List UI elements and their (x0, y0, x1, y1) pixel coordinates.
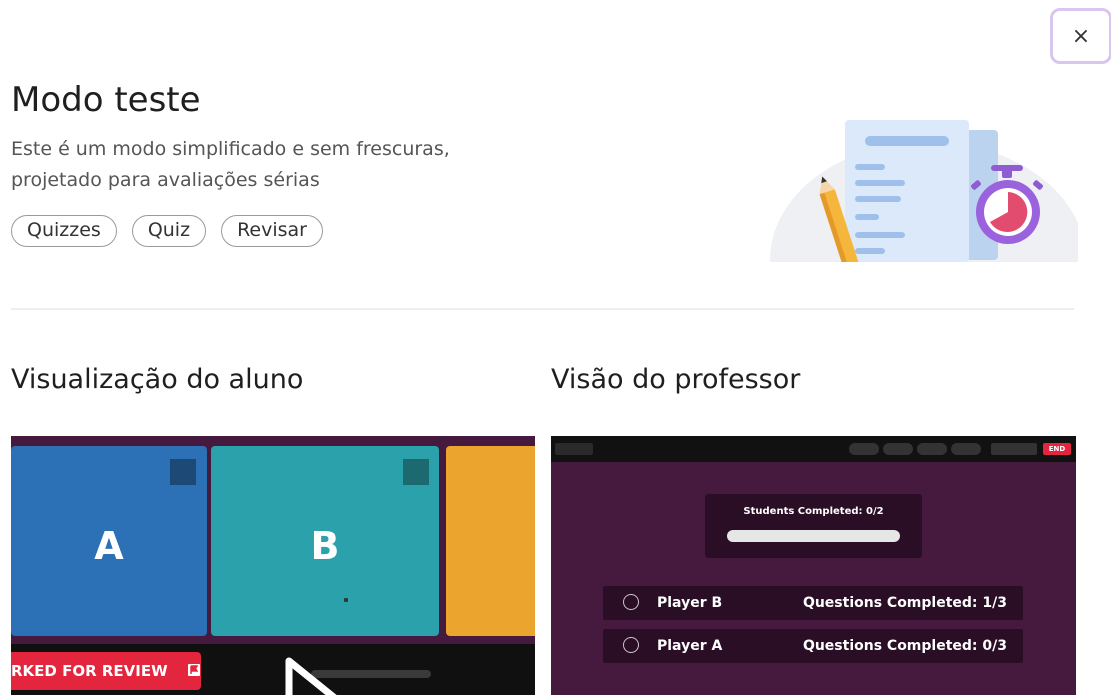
review-button-label: RKED FOR REVIEW (11, 662, 168, 680)
students-completed-label: Students Completed: 0/2 (743, 506, 884, 517)
player-name: Player B (657, 595, 723, 611)
students-completed-card: Students Completed: 0/2 (705, 494, 922, 558)
toolbar-pill (883, 443, 913, 455)
option-b-checkbox (403, 459, 429, 485)
toolbar-pill (849, 443, 879, 455)
dialog-title: Modo teste (11, 80, 201, 120)
option-a-checkbox (170, 459, 196, 485)
player-progress: Questions Completed: 0/3 (802, 638, 1007, 654)
tag-quiz[interactable]: Quiz (131, 215, 207, 247)
students-completed-bar (727, 530, 900, 542)
answer-option-b: B (211, 446, 439, 636)
toolbar-pill (951, 443, 981, 455)
tag-list: Quizzes Quiz Revisar (11, 215, 323, 247)
cursor-icon (344, 598, 348, 602)
player-row: Player B Questions Completed: 1/3 (603, 586, 1023, 620)
tag-quizzes[interactable]: Quizzes (11, 215, 117, 247)
answer-option-c (446, 446, 535, 636)
test-mode-illustration (768, 110, 1078, 262)
player-row: Player A Questions Completed: 0/3 (603, 629, 1023, 663)
close-button[interactable]: × (1050, 8, 1111, 64)
end-button: END (1043, 443, 1071, 455)
document-illustration (845, 120, 998, 262)
teacher-view-heading: Visão do professor (551, 364, 801, 395)
close-icon: × (1071, 23, 1091, 49)
toolbar-button (991, 443, 1037, 455)
option-a-letter: A (94, 524, 124, 568)
marked-for-review-button: RKED FOR REVIEW (11, 652, 201, 690)
player-avatar (623, 594, 639, 610)
play-icon (285, 657, 337, 695)
section-divider (11, 308, 1074, 310)
answer-option-a: A (11, 446, 207, 636)
teacher-view-preview: END Students Completed: 0/2 Player B Que… (551, 436, 1076, 695)
player-name: Player A (657, 638, 723, 654)
teacher-top-bar: END (551, 436, 1076, 462)
student-view-heading: Visualização do aluno (11, 364, 304, 395)
student-view-preview: A B RKED FOR REVIEW (11, 436, 535, 695)
player-avatar (623, 637, 639, 653)
toolbar-pill (917, 443, 947, 455)
player-progress: Questions Completed: 1/3 (802, 595, 1007, 611)
dialog-description: Este é um modo simplificado e sem frescu… (11, 138, 450, 191)
logo (555, 443, 593, 455)
option-b-letter: B (310, 524, 340, 568)
flag-icon (187, 653, 201, 691)
tag-revisar[interactable]: Revisar (221, 215, 323, 247)
